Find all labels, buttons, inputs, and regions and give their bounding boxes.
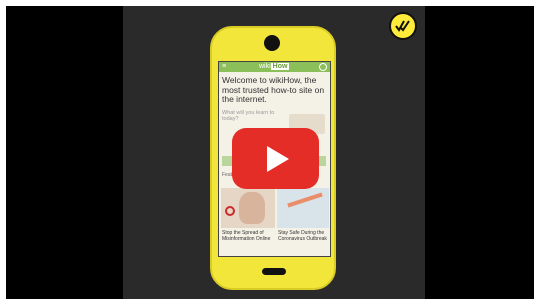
article-thumbnail-1 bbox=[221, 188, 275, 228]
brand-logo: wiki How bbox=[259, 63, 290, 71]
menu-icon: ≡ bbox=[222, 63, 227, 70]
article-title-1: Stop the Spread of Misinformation Online bbox=[222, 230, 271, 242]
play-button[interactable] bbox=[232, 128, 319, 189]
phone-camera bbox=[264, 35, 280, 51]
brand-how: How bbox=[270, 63, 290, 70]
prohibited-icon bbox=[225, 206, 235, 216]
play-icon bbox=[267, 146, 289, 172]
person-image bbox=[239, 192, 265, 224]
phone-home-button bbox=[262, 268, 286, 275]
illustration-shape bbox=[287, 192, 323, 208]
app-header: ≡ wiki How bbox=[219, 62, 330, 72]
question-text: What will you learn to today? bbox=[222, 110, 275, 122]
welcome-text: Welcome to wikiHow, the most trusted how… bbox=[222, 75, 325, 104]
article-title-2: Stay Safe During the Coronavirus Outbrea… bbox=[278, 230, 327, 242]
brand-wiki: wiki bbox=[259, 63, 271, 70]
article-thumbnail-2 bbox=[277, 188, 329, 228]
channel-badge-icon[interactable] bbox=[389, 12, 417, 40]
search-icon bbox=[319, 63, 327, 71]
double-checkmark-icon bbox=[395, 20, 410, 32]
